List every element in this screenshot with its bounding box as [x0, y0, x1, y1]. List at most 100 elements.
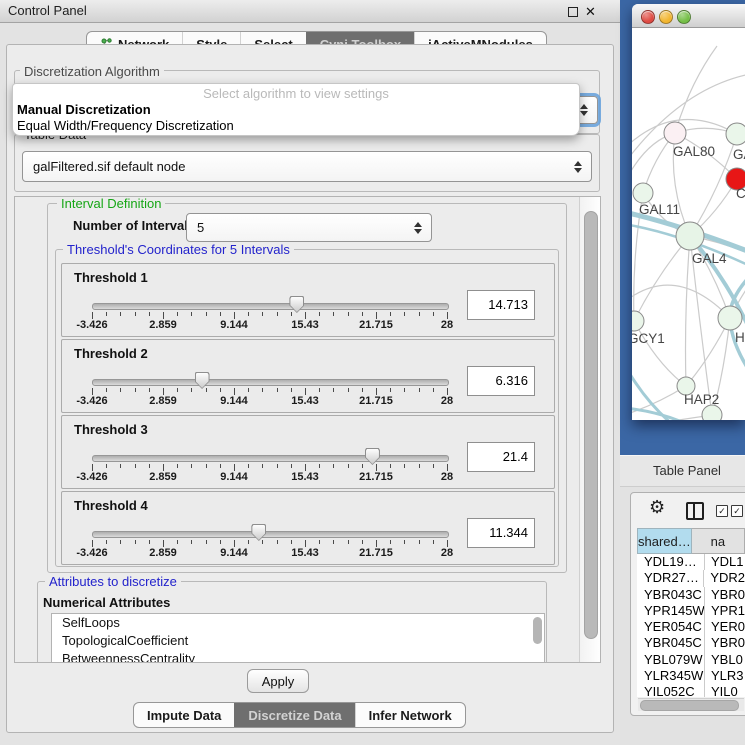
tick-mark [177, 540, 178, 544]
table-row[interactable]: YER054CYER0 [637, 619, 745, 635]
split-columns-icon[interactable] [686, 502, 704, 520]
tick-mark [291, 388, 292, 392]
slider-thumb[interactable] [289, 296, 304, 313]
column-header-shared-[interactable]: shared… [637, 528, 692, 554]
scrollbar-thumb[interactable] [584, 211, 598, 639]
threshold-value-field[interactable]: 6.316 [467, 366, 535, 396]
tick-mark [191, 464, 192, 468]
table-row[interactable]: YDR27…YDR2 [637, 570, 745, 586]
threshold-slider-track[interactable] [92, 531, 449, 538]
tick-mark [120, 388, 121, 392]
tick-label: -3.426 [76, 319, 107, 331]
thresholds-group-title: Threshold's Coordinates for 5 Intervals [63, 242, 294, 257]
cell-shared-name: YPR145W [637, 603, 705, 619]
attribute-item-selfloops[interactable]: SelfLoops [52, 614, 544, 632]
ga-node[interactable] [726, 123, 745, 145]
slider-thumb[interactable] [365, 448, 380, 465]
threshold-slider-track[interactable] [92, 455, 449, 462]
tick-mark [149, 388, 150, 392]
attribute-item-topologicalcoefficient[interactable]: TopologicalCoefficient [52, 632, 544, 650]
table-data-combobox[interactable]: galFiltered.sif default node [22, 151, 592, 182]
gcy1-node[interactable] [632, 311, 644, 331]
table-row[interactable]: YPR145WYPR1 [637, 603, 745, 619]
checkbox-checked-icon[interactable]: ✓ [731, 505, 743, 517]
threshold-value-field[interactable]: 21.4 [467, 442, 535, 472]
tick-label: 28 [441, 547, 453, 559]
numerical-attributes-label: Numerical Attributes [43, 595, 170, 610]
gal80-node[interactable] [664, 122, 686, 144]
tick-mark [234, 312, 235, 319]
minimize-traffic-light[interactable] [659, 10, 673, 24]
table-row[interactable]: YBL079WYBL0 [637, 652, 745, 668]
float-panel-icon[interactable] [568, 7, 578, 17]
tick-label: 21.715 [359, 547, 393, 559]
tick-mark [120, 464, 121, 468]
tick-mark [120, 312, 121, 316]
threshold-slider-track[interactable] [92, 303, 449, 310]
algorithm-option-equal-width-frequency-discretization[interactable]: Equal Width/Frequency Discretization [17, 118, 234, 133]
algorithm-option-manual-discretization[interactable]: Manual Discretization [17, 102, 151, 117]
network-edge[interactable] [634, 236, 690, 321]
tick-mark [433, 464, 434, 468]
tick-mark [92, 312, 93, 319]
zoom-traffic-light[interactable] [677, 10, 691, 24]
cell-name: YDR2 [704, 570, 745, 586]
cell-shared-name: YBL079W [637, 652, 705, 668]
network-edge-highlighted[interactable] [632, 408, 687, 420]
tick-mark [262, 464, 263, 468]
tick-mark [206, 464, 207, 468]
threshold-value-field[interactable]: 11.344 [467, 518, 535, 548]
network-edge[interactable] [632, 285, 730, 318]
cell-shared-name: YER054C [637, 619, 705, 635]
close-traffic-light[interactable] [641, 10, 655, 24]
h-node[interactable] [718, 306, 742, 330]
threshold-label: Threshold 4 [74, 498, 148, 513]
slider-thumb[interactable] [251, 524, 266, 541]
node-attribute-table: shared…na YDL19…YDL1YDR27…YDR2YBR043CYBR… [637, 528, 745, 697]
gear-icon[interactable]: ⚙ [649, 498, 665, 518]
network-window-titlebar [632, 4, 745, 28]
bottom-tab-discretize-data[interactable]: Discretize Data [234, 703, 354, 727]
network-canvas[interactable]: GAL80GACGAL11GAL4GCY1HHAP2 [632, 28, 745, 420]
cell-shared-name: YIL052C [637, 684, 705, 697]
table-horizontal-scrollbar[interactable] [638, 698, 744, 711]
panel-title: Control Panel [8, 0, 87, 22]
tick-mark [92, 464, 93, 471]
tick-mark [319, 388, 320, 392]
slider-thumb[interactable] [195, 372, 210, 389]
slider-tick-labels: -3.4262.8599.14415.4321.71528 [92, 395, 447, 407]
list-scrollbar-thumb[interactable] [533, 617, 542, 644]
algorithm-popup-hint: Select algorithm to view settings [13, 86, 579, 101]
number-of-intervals-combobox[interactable]: 5 [186, 213, 432, 242]
network-edge[interactable] [686, 236, 691, 386]
apply-button[interactable]: Apply [247, 669, 309, 693]
threshold-value-field[interactable]: 14.713 [467, 290, 535, 320]
table-row[interactable]: YIL052CYIL0 [637, 684, 745, 697]
threshold-slider-track[interactable] [92, 379, 449, 386]
bottom-tab-impute-data[interactable]: Impute Data [134, 703, 234, 727]
gal11-node[interactable] [633, 183, 653, 203]
checkbox-checked-icon[interactable]: ✓ [716, 505, 728, 517]
attributes-group-title: Attributes to discretize [45, 574, 181, 589]
settings-vertical-scrollbar[interactable] [579, 197, 601, 662]
table-row[interactable]: YLR345WYLR3 [637, 668, 745, 684]
numerical-attributes-list[interactable]: SelfLoopsTopologicalCoefficientBetweenne… [51, 613, 545, 663]
column-header-na[interactable]: na [692, 528, 745, 554]
tick-mark [191, 388, 192, 392]
close-icon[interactable]: ✕ [585, 2, 596, 22]
tick-mark [135, 540, 136, 544]
cell-shared-name: YDR27… [637, 570, 704, 586]
table-row[interactable]: YBR043CYBR0 [637, 587, 745, 603]
bottom-tab-infer-network[interactable]: Infer Network [355, 703, 465, 727]
screen: Control Panel ✕ NetworkStyleSelectCyni T… [0, 0, 745, 745]
scrollbar-thumb[interactable] [640, 700, 739, 711]
tick-mark [191, 312, 192, 316]
cell-name: YBR0 [705, 635, 745, 651]
gal4-node[interactable] [676, 222, 704, 250]
tick-mark [447, 388, 448, 395]
slider-tick-labels: -3.4262.8599.14415.4321.71528 [92, 471, 447, 483]
table-row[interactable]: YBR045CYBR0 [637, 635, 745, 651]
table-row[interactable]: YDL19…YDL1 [637, 554, 745, 570]
bottom-node[interactable] [702, 405, 722, 420]
attribute-item-betweennesscentrality[interactable]: BetweennessCentrality [52, 650, 544, 663]
